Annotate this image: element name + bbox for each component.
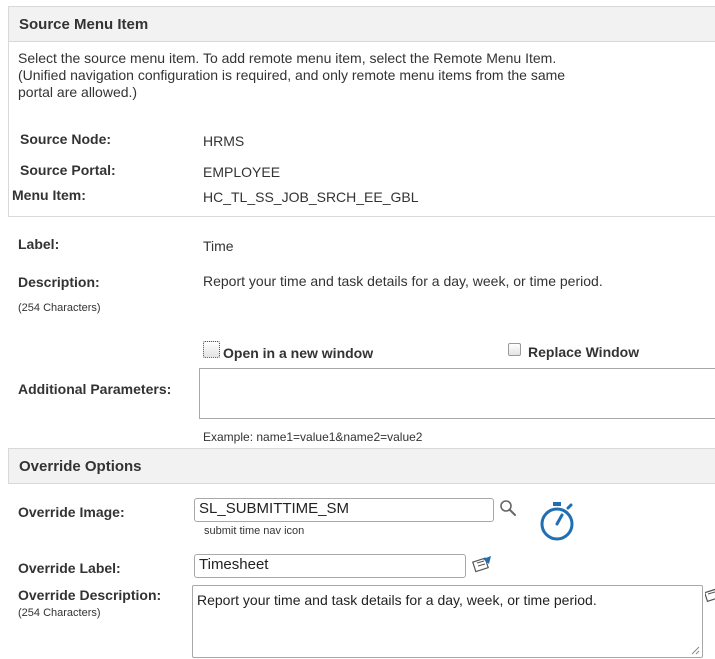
override-image-input[interactable]: SL_SUBMITTIME_SM — [194, 498, 494, 522]
override-description-hint: (254 Characters) — [18, 607, 101, 619]
additional-parameters-label: Additional Parameters: — [18, 381, 172, 397]
menu-item-value: HC_TL_SS_JOB_SRCH_EE_GBL — [203, 189, 419, 205]
source-portal-value: EMPLOYEE — [203, 164, 281, 180]
override-description-value: Report your time and task details for a … — [197, 592, 597, 608]
override-description-label: Override Description: — [18, 587, 162, 603]
override-label-label: Override Label: — [18, 560, 121, 576]
source-menu-item-title: Source Menu Item — [19, 16, 149, 33]
override-options-header: Override Options — [8, 448, 715, 484]
replace-window-checkbox[interactable] — [508, 343, 521, 356]
override-description-textarea[interactable]: Report your time and task details for a … — [192, 585, 703, 658]
additional-parameters-example: Example: name1=value1&name2=value2 — [203, 430, 423, 444]
label-field-label: Label: — [18, 236, 60, 252]
source-portal-label: Source Portal: — [20, 162, 116, 178]
source-menu-item-header: Source Menu Item — [8, 6, 715, 42]
resize-handle-icon[interactable] — [691, 646, 700, 655]
stopwatch-icon — [540, 502, 574, 541]
override-label-input[interactable]: Timesheet — [194, 554, 466, 578]
translate-description-icon[interactable] — [705, 587, 715, 605]
translate-icon[interactable] — [471, 555, 493, 575]
source-instructions-line-1: Select the source menu item. To add remo… — [18, 50, 557, 66]
replace-window-label[interactable]: Replace Window — [528, 344, 639, 360]
override-label-value: Timesheet — [199, 556, 269, 573]
description-hint: (254 Characters) — [18, 302, 101, 314]
override-image-caption: submit time nav icon — [204, 525, 305, 537]
menu-item-label: Menu Item: — [12, 187, 86, 203]
description-value: Report your time and task details for a … — [203, 273, 603, 289]
open-new-window-label[interactable]: Open in a new window — [223, 345, 373, 361]
override-image-value: SL_SUBMITTIME_SM — [199, 500, 350, 517]
open-new-window-checkbox[interactable] — [203, 341, 220, 358]
description-label: Description: — [18, 274, 100, 290]
source-node-label: Source Node: — [20, 131, 112, 147]
source-node-value: HRMS — [203, 133, 245, 149]
magnifier-icon[interactable] — [499, 499, 517, 517]
override-options-title: Override Options — [19, 458, 142, 475]
additional-parameters-input[interactable] — [199, 368, 715, 419]
override-image-label: Override Image: — [18, 504, 125, 520]
source-instructions-line-3: portal are allowed.) — [18, 84, 138, 100]
label-field-value: Time — [203, 238, 234, 254]
source-instructions-line-2: (Unified navigation configuration is req… — [18, 67, 566, 83]
